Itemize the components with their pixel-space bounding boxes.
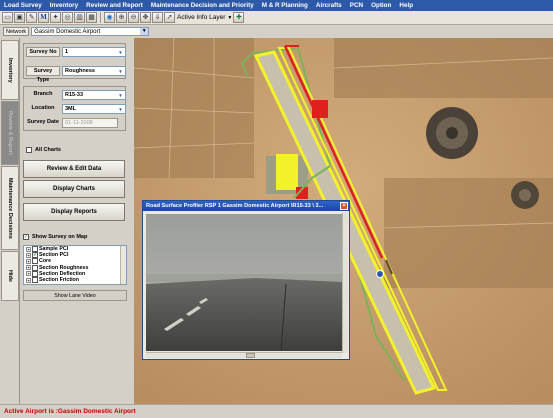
select-icon[interactable]: ⇓ [152, 12, 163, 23]
survey-no-select[interactable]: 1 ▼ [62, 47, 126, 57]
layer-tree: + Sample PCI + ✓ Section PCI + Core + Section… [23, 245, 127, 285]
menu-option[interactable]: Option [367, 2, 395, 9]
survey-type-select[interactable]: Roughness ▼ [62, 66, 126, 76]
expand-icon[interactable]: + [26, 277, 31, 283]
pan-icon[interactable]: ✥ [140, 12, 151, 23]
profiler-title: Road Surface Profiler RSP 1 Gassim Domes… [146, 203, 324, 209]
layer-check[interactable] [32, 246, 38, 253]
location-label: Location [31, 105, 55, 111]
menu-load-survey[interactable]: Load Survey [0, 2, 46, 9]
chevron-down-icon: ▼ [118, 107, 123, 112]
show-lane-video-button[interactable]: Show Lane Video [23, 290, 127, 301]
menu-inventory[interactable]: Inventory [46, 2, 82, 9]
branch-select[interactable]: R15-33 ▼ [62, 90, 126, 100]
save-icon[interactable]: ▣ [14, 12, 25, 23]
info-icon[interactable]: ✚ [233, 12, 245, 23]
review-edit-data-button[interactable]: Review & Edit Data [23, 160, 125, 178]
side-tabs: Inventory Review & Report Maintenance De… [0, 38, 20, 404]
close-icon[interactable]: × [340, 202, 348, 210]
expand-icon[interactable]: + [26, 246, 31, 252]
show-survey-check[interactable]: ✓ [23, 234, 29, 240]
survey-date-field[interactable]: 01-11-2008 [62, 118, 118, 128]
tree-item[interactable]: + Section Friction [24, 277, 126, 284]
zoom-out-icon[interactable]: ⊖ [128, 12, 139, 23]
menu-mr-planning[interactable]: M & R Planning [258, 2, 312, 9]
network-label: Network [3, 26, 30, 36]
tree-scrollbar[interactable] [120, 246, 126, 284]
chevron-down-icon: ▼ [118, 93, 123, 98]
toolbar-separator [100, 12, 101, 23]
menu-review-report[interactable]: Review and Report [82, 2, 147, 9]
display-charts-button[interactable]: Display Charts [23, 180, 125, 198]
chevron-down-icon: ▼ [227, 14, 233, 21]
pavement-section-yellow [276, 154, 298, 190]
chevron-down-icon: ▼ [118, 69, 123, 74]
window-icon[interactable]: ▭ [2, 12, 13, 23]
status-text: Active Airport is :Gassim Domestic Airpo… [4, 408, 136, 415]
layer-check[interactable] [32, 270, 38, 277]
pavement-section-red [312, 100, 328, 118]
irrigation-circle-small-inner [519, 189, 531, 201]
tab-hide[interactable]: Hide [1, 251, 19, 301]
tab-inventory[interactable]: Inventory [1, 40, 19, 100]
expand-icon[interactable]: + [26, 271, 31, 277]
network-select[interactable]: Gassim Domestic Airport ▼ [31, 26, 150, 36]
profiler-vertical-scrollbar[interactable] [342, 213, 348, 353]
branch-group: Branch R15-33 ▼ Location 3ML ▼ Survey Date… [23, 86, 126, 131]
road-video-image [146, 214, 342, 351]
chevron-down-icon: ▼ [118, 50, 123, 55]
all-charts-label: All Charts [35, 147, 61, 153]
toolbar: ▭ ▣ ✎ M ✦ ◎ ▥ ▦ ◉ ⊕ ⊖ ✥ ⇓ ➚ Active Info … [0, 11, 553, 25]
star-icon[interactable]: ✦ [50, 12, 61, 23]
active-info-layer-label: Active Info Layer [177, 14, 226, 21]
tab-review-report[interactable]: Review & Report [1, 101, 19, 165]
lane-video-frame [146, 214, 342, 351]
expand-icon[interactable]: + [26, 252, 31, 258]
show-survey-checkbox[interactable]: ✓ Show Survey on Map [23, 234, 87, 240]
chevron-down-icon: ▼ [140, 27, 149, 35]
tab-maintenance-decisions[interactable]: Maintenance Decisions [1, 166, 19, 250]
globe-icon[interactable]: ◉ [104, 12, 115, 23]
menu-aircrafts[interactable]: Aircrafts [312, 2, 346, 9]
menu-maintenance-decision[interactable]: Maintenance Decision and Priority [147, 2, 258, 9]
survey-type-label: Survey Type [26, 66, 60, 83]
display-reports-button[interactable]: Display Reports [23, 203, 125, 221]
layer-check[interactable] [32, 264, 38, 271]
chart-icon[interactable]: ▥ [74, 12, 85, 23]
layer-check[interactable]: ✓ [32, 252, 38, 259]
menu-help[interactable]: Help [395, 2, 417, 9]
network-bar: Network Gassim Domestic Airport ▼ [0, 25, 553, 37]
profiler-horizontal-scrollbar[interactable] [146, 352, 342, 358]
expand-icon[interactable]: + [26, 258, 31, 264]
grid-icon[interactable]: ▦ [86, 12, 97, 23]
status-bar: Active Airport is :Gassim Domestic Airpo… [0, 404, 553, 418]
zoom-in-icon[interactable]: ⊕ [116, 12, 127, 23]
road-surface-profiler-window: Road Surface Profiler RSP 1 Gassim Domes… [142, 200, 350, 360]
survey-no-label: Survey No [26, 47, 60, 57]
menu-pcn[interactable]: PCN [346, 2, 367, 9]
all-charts-checkbox[interactable]: All Charts [26, 147, 61, 153]
scroll-thumb[interactable] [246, 353, 255, 358]
irrigation-circle-center [446, 127, 458, 139]
all-charts-check[interactable] [26, 147, 32, 153]
profiler-title-bar[interactable]: Road Surface Profiler RSP 1 Gassim Domes… [143, 201, 349, 211]
survey-group: Survey No 1 ▼ Survey Type Roughness ▼ [23, 43, 126, 83]
layer-check[interactable] [32, 277, 38, 284]
target-icon[interactable]: ◎ [62, 12, 73, 23]
layer-check[interactable] [32, 258, 38, 265]
show-survey-label: Show Survey on Map [32, 234, 88, 240]
branch-label: Branch [33, 91, 53, 97]
network-value: Gassim Domestic Airport [34, 28, 101, 35]
pointer-icon[interactable]: ➚ [164, 12, 175, 23]
survey-panel: Survey No 1 ▼ Survey Type Roughness ▼ Bran… [20, 38, 133, 404]
active-info-layer-dropdown[interactable]: Active Info Layer ▼ [177, 14, 232, 21]
survey-date-label: Survey Date [27, 119, 59, 125]
expand-icon[interactable]: + [26, 265, 31, 271]
location-select[interactable]: 3ML ▼ [62, 104, 126, 114]
menu-bar: Load Survey Inventory Review and Report … [0, 0, 553, 11]
edit-icon[interactable]: ✎ [26, 12, 37, 23]
survey-position-marker[interactable] [376, 270, 384, 278]
m-icon[interactable]: M [38, 12, 49, 23]
